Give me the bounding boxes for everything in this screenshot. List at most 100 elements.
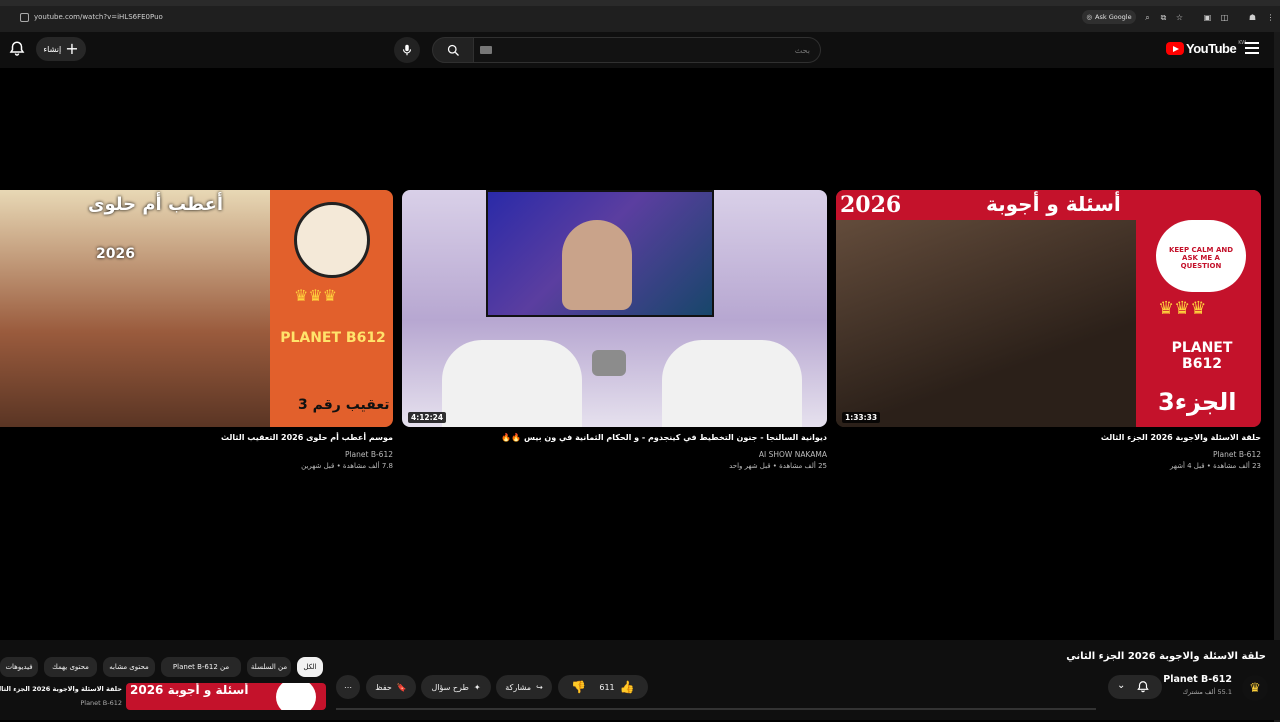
thumbnail-person <box>562 220 632 310</box>
thumbnail-part-text: تعقيب رقم 3 <box>298 397 390 413</box>
video-meta: 25 ألف مشاهدة • قبل شهر واحد <box>729 462 827 470</box>
thumbnail-year-text: 2026 <box>840 192 902 218</box>
suggested-video-card[interactable]: 4:12:24 ديوانية السالنجا - جنون التخطيط … <box>402 190 827 470</box>
video-channel[interactable]: Planet B-612 <box>345 450 393 459</box>
google-lens-icon: ◎ <box>1086 13 1093 21</box>
bookmark-icon: 🔖 <box>396 682 407 692</box>
watch-title: حلقة الاسئلة والاجوبة 2026 الجزء الثاني <box>1066 651 1266 662</box>
logo-text: YouTube <box>1186 41 1237 56</box>
channel-avatar[interactable]: ♛ <box>1242 675 1268 701</box>
thumbnail-brand-text: PLANET B612 <box>280 330 386 346</box>
suggested-video-card[interactable]: أعطب أم حلوى 2026 ♛♛♛ PLANET B612 تعقيب … <box>0 190 393 470</box>
puzzle-icon[interactable]: ◫ <box>1220 13 1229 22</box>
create-button[interactable]: إنشاء + <box>36 37 86 61</box>
chip-label: من Planet B-612 <box>172 663 230 671</box>
extension-icon[interactable]: ▣ <box>1203 13 1212 22</box>
browser-toolbar: youtube.com/watch?v=iHLS6FE0Puo ◎ Ask Go… <box>0 0 1280 32</box>
video-thumbnail[interactable]: 4:12:24 <box>402 190 827 427</box>
search-button[interactable] <box>432 37 474 63</box>
ask-button[interactable]: طرح سؤال ✦ <box>421 675 491 699</box>
crown-icon: ♛♛♛ <box>1158 298 1207 319</box>
thumbnail-part-text: الجزء3 <box>1158 388 1237 416</box>
video-title[interactable]: حلقة الاسئلة والاجوبة 2026 الجزء الثالث <box>836 433 1261 442</box>
save-button[interactable]: حفظ 🔖 <box>366 675 416 699</box>
thumbnail-title-text: أسئلة و أجوبة <box>986 192 1121 216</box>
chevron-down-icon: ⌄ <box>1117 680 1126 691</box>
keep-calm-text: KEEP CALM AND ASK ME A QUESTION <box>1168 246 1234 270</box>
subscriber-count: 55.1 ألف مشترك <box>1182 688 1232 696</box>
crown-icon: ♛♛♛ <box>294 286 338 305</box>
dislike-icon[interactable]: 👎 <box>571 680 586 694</box>
bookmark-star-icon[interactable]: ☆ <box>1175 13 1184 22</box>
page-scrollbar[interactable] <box>1274 32 1280 722</box>
share-button[interactable]: مشاركة ↪ <box>496 675 552 699</box>
browser-menu-icon[interactable]: ⋮ <box>1266 13 1275 22</box>
video-title[interactable]: موسم أعطب أم حلوى 2026 التعقيب الثالث <box>0 433 393 442</box>
more-actions-button[interactable]: ⋯ <box>336 675 360 699</box>
chip-label: محتوى مشابه <box>109 663 149 671</box>
chip-from-channel[interactable]: من Planet B-612 <box>161 657 241 677</box>
chip-series[interactable]: من السلسلة <box>247 657 291 677</box>
recommended-title[interactable]: حلقة الاسئلة والاجوبة 2026 الجزء الثالث <box>0 685 122 693</box>
zoom-icon[interactable]: ⌕ <box>1143 13 1152 22</box>
site-info-icon[interactable] <box>20 13 29 22</box>
video-meta: 23 ألف مشاهدة • قبل 4 أشهر <box>1169 462 1261 470</box>
duration-badge: 4:12:24 <box>408 412 447 423</box>
video-channel[interactable]: Planet B-612 <box>1213 450 1261 459</box>
save-label: حفظ <box>375 682 392 692</box>
thumbnail-illustration <box>0 190 270 427</box>
chip-label: محتوى يهمك <box>52 663 89 671</box>
youtube-logo[interactable]: YouTube KW <box>1166 40 1246 56</box>
suggested-video-card[interactable]: 2026 أسئلة و أجوبة KEEP CALM AND ASK ME … <box>836 190 1261 470</box>
thumbnail-title-text: أعطب أم حلوى <box>88 194 224 215</box>
keyboard-icon[interactable] <box>480 46 492 54</box>
hamburger-menu-icon[interactable] <box>1245 42 1259 56</box>
address-bar[interactable]: youtube.com/watch?v=iHLS6FE0Puo ◎ Ask Go… <box>0 10 1280 28</box>
thumbnail-person-left <box>442 340 582 427</box>
chip-videos[interactable]: فيديوهات <box>0 657 38 677</box>
video-thumbnail[interactable]: أعطب أم حلوى 2026 ♛♛♛ PLANET B612 تعقيب … <box>0 190 393 427</box>
chip-all[interactable]: الكل <box>297 657 323 677</box>
tab-strip <box>0 0 1280 6</box>
video-thumbnail[interactable]: 2026 أسئلة و أجوبة KEEP CALM AND ASK ME … <box>836 190 1261 427</box>
duration-badge: 1:33:33 <box>842 412 881 423</box>
like-dislike-group: 👎 611 👍 <box>558 675 648 699</box>
notifications-bell-icon <box>1137 681 1149 693</box>
mini-thumb-text: أسئلة و أجوبة 2026 <box>130 683 249 697</box>
chip-for-you[interactable]: محتوى يهمك <box>44 657 97 677</box>
thumbnail-brand-text: PLANET B612 <box>1171 340 1233 372</box>
video-meta: 7.8 ألف مشاهدة • قبل شهرين <box>301 462 393 470</box>
ask-label: طرح سؤال <box>431 682 469 692</box>
channel-name[interactable]: Planet B-612 <box>1163 674 1232 685</box>
video-title[interactable]: ديوانية السالنجا - جنون التخطيط في كينجد… <box>402 433 827 442</box>
silver-play-button-icon <box>592 350 626 376</box>
notifications-bell-icon[interactable] <box>8 40 26 58</box>
voice-search-button[interactable] <box>394 37 420 63</box>
search-icon <box>447 44 459 56</box>
like-icon[interactable]: 👍 <box>620 680 635 694</box>
keep-calm-badge: KEEP CALM AND ASK ME A QUESTION <box>1156 220 1246 292</box>
plus-icon: + <box>65 39 79 58</box>
chip-label: الكل <box>303 663 317 671</box>
install-app-icon[interactable]: ⧉ <box>1159 13 1168 22</box>
profile-icon[interactable]: ☗ <box>1248 13 1257 22</box>
recommended-channel[interactable]: Planet B-612 <box>0 699 122 707</box>
little-prince-badge <box>294 202 370 278</box>
share-icon: ↪ <box>536 682 543 692</box>
chip-label: فيديوهات <box>5 663 33 671</box>
url-text[interactable]: youtube.com/watch?v=iHLS6FE0Puo <box>34 13 163 21</box>
subscribed-button[interactable]: ⌄ <box>1108 675 1162 699</box>
search-input[interactable] <box>474 37 821 63</box>
sparkle-icon: ✦ <box>473 682 481 692</box>
more-icon: ⋯ <box>344 682 352 692</box>
chip-similar[interactable]: محتوى مشابه <box>103 657 155 677</box>
player-progress-track[interactable] <box>336 708 1096 710</box>
video-channel[interactable]: AI SHOW NAKAMA <box>759 450 827 459</box>
thumbnail-person-right <box>662 340 802 427</box>
chip-label: من السلسلة <box>250 663 288 671</box>
recommended-thumbnail[interactable]: أسئلة و أجوبة 2026 <box>126 683 326 710</box>
ask-google-button[interactable]: ◎ Ask Google <box>1082 10 1136 24</box>
youtube-masthead: إنشاء + YouTube KW <box>0 32 1280 68</box>
create-label: إنشاء <box>43 44 62 54</box>
keep-calm-badge <box>276 683 316 710</box>
